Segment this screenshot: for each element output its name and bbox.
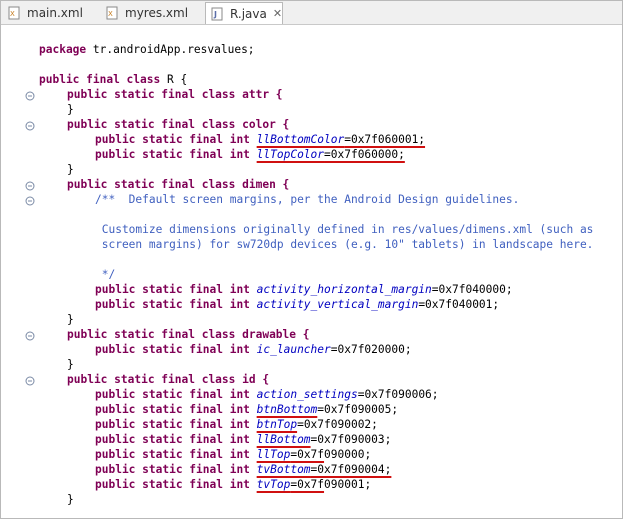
code-line: public static final int tvBottom=0x7f090… <box>95 463 392 476</box>
code-line: public final class R { <box>39 73 188 86</box>
code-comment: /** Default screen margins, per the Andr… <box>95 193 520 206</box>
svg-text:X: X <box>10 10 15 18</box>
code-line: } <box>67 313 74 326</box>
editor-window: X main.xml X myres.xml J R.java ✕ packag… <box>0 0 623 519</box>
code-editor[interactable]: package tr.androidApp.resvalues; public … <box>1 25 622 518</box>
code-comment: Customize dimensions originally defined … <box>95 223 594 236</box>
code-line: } <box>67 358 74 371</box>
code-line: public static final int btnTop=0x7f09000… <box>95 418 378 431</box>
code-line: public static final class attr { <box>67 88 283 101</box>
tab-label: main.xml <box>27 6 83 20</box>
tab-r-java[interactable]: J R.java ✕ <box>205 2 283 24</box>
code-comment: */ <box>95 268 116 281</box>
code-line: public static final int llBottom=0x7f090… <box>95 433 392 446</box>
code-line: } <box>67 103 74 116</box>
code-text: package tr.androidApp.resvalues; public … <box>1 25 622 518</box>
code-line: public static final int tvTop=0x7f090001… <box>95 478 372 491</box>
code-line: } <box>67 163 74 176</box>
tab-label: myres.xml <box>125 6 189 20</box>
code-line: public static final int activity_vertica… <box>95 298 500 311</box>
tab-main-xml[interactable]: X main.xml <box>3 3 99 23</box>
code-line: public static final int ic_launcher=0x7f… <box>95 343 412 356</box>
close-icon[interactable]: ✕ <box>273 7 282 20</box>
code-line: public static final int llTop=0x7f090000… <box>95 448 372 461</box>
tab-label: R.java <box>230 6 267 21</box>
code-line: public static final int activity_horizon… <box>95 283 513 296</box>
code-line: } <box>67 493 74 506</box>
tab-myres-xml[interactable]: X myres.xml <box>101 3 201 23</box>
editor-tab-bar: X main.xml X myres.xml J R.java ✕ <box>1 1 622 25</box>
java-file-icon: J <box>211 7 223 20</box>
svg-text:J: J <box>213 10 217 19</box>
xml-file-icon: X <box>106 6 118 20</box>
code-line: public static final class color { <box>67 118 290 131</box>
code-line: public static final class dimen { <box>67 178 290 191</box>
code-line: package tr.androidApp.resvalues; <box>39 43 255 56</box>
code-line: public static final int llTopColor=0x7f0… <box>95 148 405 161</box>
code-comment: screen margins) for sw720dp devices (e.g… <box>95 238 594 251</box>
svg-text:X: X <box>108 10 113 18</box>
xml-file-icon: X <box>8 6 20 20</box>
code-line: public static final int action_settings=… <box>95 388 439 401</box>
code-line: public static final class drawable { <box>67 328 310 341</box>
code-line: public static final class id { <box>67 373 270 386</box>
code-line: public static final int btnBottom=0x7f09… <box>95 403 399 416</box>
code-line: public static final int llBottomColor=0x… <box>95 133 426 146</box>
